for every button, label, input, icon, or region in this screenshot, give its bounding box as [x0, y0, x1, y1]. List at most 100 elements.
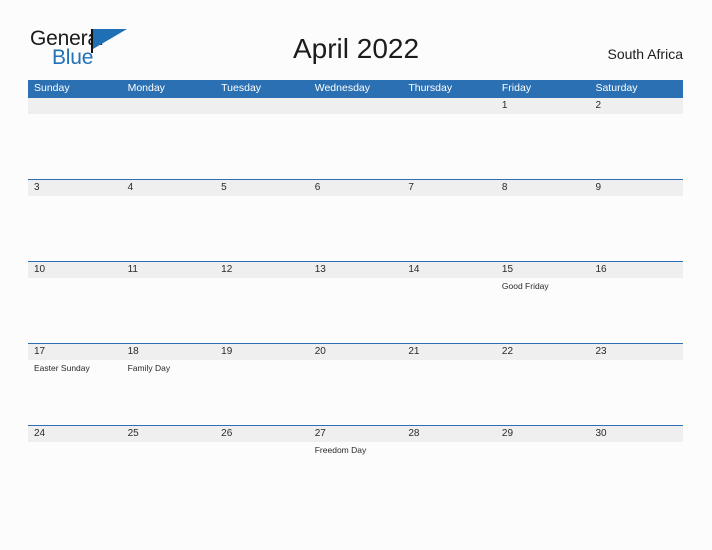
- event-label: Good Friday: [501, 281, 549, 291]
- day-cell[interactable]: [402, 114, 496, 179]
- week-event-band: [28, 196, 683, 261]
- date-number[interactable]: 11: [122, 262, 216, 278]
- day-cell[interactable]: [496, 196, 590, 261]
- calendar-page: General Blue April 2022 South Africa Sun…: [0, 0, 712, 550]
- date-number[interactable]: 23: [589, 344, 683, 360]
- date-number[interactable]: 29: [496, 426, 590, 442]
- calendar-week-row: 17 18 19 20 21 22 23 Easter Sunday Famil…: [28, 343, 683, 425]
- day-cell[interactable]: [309, 278, 403, 343]
- day-cell[interactable]: [122, 196, 216, 261]
- day-cell[interactable]: [309, 114, 403, 179]
- week-date-band: 24 25 26 27 28 29 30: [28, 426, 683, 442]
- date-number[interactable]: 9: [589, 180, 683, 196]
- calendar-week-row: 1 2: [28, 97, 683, 179]
- week-date-band: 10 11 12 13 14 15 16: [28, 262, 683, 278]
- weekday-header-wednesday: Wednesday: [314, 82, 370, 94]
- date-number[interactable]: 28: [402, 426, 496, 442]
- day-cell[interactable]: [122, 278, 216, 343]
- day-cell[interactable]: [215, 196, 309, 261]
- day-cell[interactable]: Family Day: [122, 360, 216, 425]
- day-cell[interactable]: Freedom Day: [309, 442, 403, 507]
- date-number[interactable]: 30: [589, 426, 683, 442]
- date-number[interactable]: 8: [496, 180, 590, 196]
- day-cell[interactable]: [402, 360, 496, 425]
- day-cell[interactable]: [589, 360, 683, 425]
- day-cell[interactable]: [496, 442, 590, 507]
- page-header: General Blue April 2022 South Africa: [0, 0, 712, 80]
- page-title: April 2022: [292, 33, 420, 64]
- day-cell[interactable]: Easter Sunday: [28, 360, 122, 425]
- date-number[interactable]: 1: [496, 98, 590, 114]
- weekday-header-thursday: Thursday: [408, 82, 453, 94]
- weekday-header-row: Sunday Monday Tuesday Wednesday Thursday…: [28, 80, 683, 97]
- date-number[interactable]: 25: [122, 426, 216, 442]
- day-cell[interactable]: [215, 278, 309, 343]
- country-label: South Africa: [607, 46, 684, 62]
- weekday-header-saturday: Saturday: [595, 82, 638, 94]
- calendar-week-row: 24 25 26 27 28 29 30 Freedom Day: [28, 425, 683, 507]
- day-cell[interactable]: [309, 196, 403, 261]
- date-number[interactable]: [309, 98, 403, 114]
- date-number[interactable]: [122, 98, 216, 114]
- date-number[interactable]: 5: [215, 180, 309, 196]
- day-cell[interactable]: [122, 442, 216, 507]
- event-label: Easter Sunday: [34, 363, 90, 373]
- date-number[interactable]: 24: [28, 426, 122, 442]
- day-cell[interactable]: Good Friday: [496, 278, 590, 343]
- day-cell[interactable]: [496, 114, 590, 179]
- date-number[interactable]: 20: [309, 344, 403, 360]
- day-cell[interactable]: [28, 114, 122, 179]
- event-label: Family Day: [127, 363, 171, 373]
- date-number[interactable]: 15: [496, 262, 590, 278]
- week-event-band: Good Friday: [28, 278, 683, 343]
- calendar-grid: Sunday Monday Tuesday Wednesday Thursday…: [28, 80, 683, 507]
- calendar-week-row: 10 11 12 13 14 15 16 Good Friday: [28, 261, 683, 343]
- week-event-band: Freedom Day: [28, 442, 683, 507]
- date-number[interactable]: [402, 98, 496, 114]
- day-cell[interactable]: [122, 114, 216, 179]
- week-date-band: 3 4 5 6 7 8 9: [28, 180, 683, 196]
- date-number[interactable]: 12: [215, 262, 309, 278]
- date-number[interactable]: 22: [496, 344, 590, 360]
- date-number[interactable]: 10: [28, 262, 122, 278]
- date-number[interactable]: 3: [28, 180, 122, 196]
- day-cell[interactable]: [589, 196, 683, 261]
- day-cell[interactable]: [215, 442, 309, 507]
- week-event-band: Easter Sunday Family Day: [28, 360, 683, 425]
- day-cell[interactable]: [496, 360, 590, 425]
- day-cell[interactable]: [589, 114, 683, 179]
- day-cell[interactable]: [309, 360, 403, 425]
- week-event-band: [28, 114, 683, 179]
- date-number[interactable]: 26: [215, 426, 309, 442]
- day-cell[interactable]: [589, 442, 683, 507]
- date-number[interactable]: 18: [122, 344, 216, 360]
- date-number[interactable]: [28, 98, 122, 114]
- week-date-band: 1 2: [28, 98, 683, 114]
- date-number[interactable]: 13: [309, 262, 403, 278]
- event-label: Freedom Day: [314, 445, 367, 455]
- date-number[interactable]: 7: [402, 180, 496, 196]
- date-number[interactable]: 27: [309, 426, 403, 442]
- date-number[interactable]: 19: [215, 344, 309, 360]
- week-date-band: 17 18 19 20 21 22 23: [28, 344, 683, 360]
- weekday-header-friday: Friday: [501, 82, 532, 94]
- day-cell[interactable]: [589, 278, 683, 343]
- date-number[interactable]: 6: [309, 180, 403, 196]
- day-cell[interactable]: [215, 360, 309, 425]
- day-cell[interactable]: [402, 196, 496, 261]
- weekday-header-monday: Monday: [127, 82, 165, 94]
- day-cell[interactable]: [402, 442, 496, 507]
- day-cell[interactable]: [402, 278, 496, 343]
- day-cell[interactable]: [28, 278, 122, 343]
- date-number[interactable]: 17: [28, 344, 122, 360]
- date-number[interactable]: 14: [402, 262, 496, 278]
- date-number[interactable]: 16: [589, 262, 683, 278]
- date-number[interactable]: 2: [589, 98, 683, 114]
- day-cell[interactable]: [215, 114, 309, 179]
- day-cell[interactable]: [28, 442, 122, 507]
- date-number[interactable]: 21: [402, 344, 496, 360]
- date-number[interactable]: 4: [122, 180, 216, 196]
- weekday-header-tuesday: Tuesday: [221, 82, 262, 94]
- day-cell[interactable]: [28, 196, 122, 261]
- date-number[interactable]: [215, 98, 309, 114]
